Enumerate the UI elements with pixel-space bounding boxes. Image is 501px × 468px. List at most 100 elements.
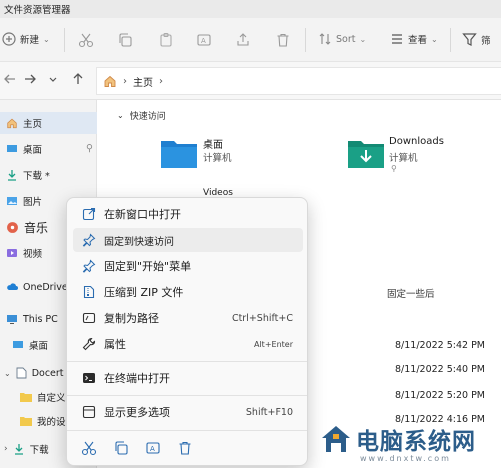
copy-path-icon xyxy=(80,311,98,325)
menu-divider xyxy=(67,395,307,396)
view-label: 查看 xyxy=(408,35,428,46)
menu-item-label: 复制为路径 xyxy=(104,312,159,325)
copy-icon[interactable] xyxy=(113,440,129,456)
more-options-icon xyxy=(80,405,98,419)
context-menu: 在新窗口中打开 固定到快速访问 固定到"开始"菜单 压缩到 ZIP 文件 复制为… xyxy=(66,197,308,466)
menu-pin-start[interactable]: 固定到"开始"菜单 xyxy=(73,254,303,278)
menu-compress-zip[interactable]: 压缩到 ZIP 文件 xyxy=(73,280,303,304)
chevron-down-icon: ⌄ xyxy=(431,34,438,44)
paste-icon xyxy=(158,32,174,48)
up-icon[interactable] xyxy=(71,72,85,86)
download-icon xyxy=(6,169,18,181)
menu-item-label: 属性 xyxy=(104,338,126,351)
recent-column-header[interactable]: 固定一些后 xyxy=(387,286,435,300)
navigation-bar: › 主页 › xyxy=(0,62,501,100)
copy-icon xyxy=(117,32,133,48)
cut-button[interactable] xyxy=(78,32,94,48)
sidebar-item-desktop[interactable]: 桌面 ⚲ xyxy=(0,138,97,160)
delete-button[interactable] xyxy=(275,32,291,48)
filter-button[interactable]: 筛 xyxy=(462,32,491,47)
trash-icon[interactable] xyxy=(177,440,193,456)
terminal-icon xyxy=(80,371,98,385)
menu-item-label: 压缩到 ZIP 文件 xyxy=(104,286,184,299)
open-new-window-icon xyxy=(80,207,98,221)
menu-item-label: 显示更多选项 xyxy=(104,406,170,419)
menu-properties[interactable]: 属性 Alt+Enter xyxy=(73,332,303,356)
menu-pin-quick-access[interactable]: 固定到快速访问 xyxy=(73,228,303,252)
computer-icon xyxy=(6,313,18,325)
address-bar[interactable]: › 主页 › xyxy=(96,67,501,95)
chevron-down-icon[interactable]: ⌄ xyxy=(4,369,11,378)
quick-access-name: Downloads xyxy=(389,136,444,147)
quick-access-location: 计算机 xyxy=(203,153,232,164)
menu-open-terminal[interactable]: 在终端中打开 xyxy=(73,366,303,390)
recent-locations-icon[interactable] xyxy=(48,72,58,86)
desktop-icon xyxy=(12,339,24,351)
sidebar-item-home[interactable]: 主页 xyxy=(0,112,97,134)
menu-shortcut: Shift+F10 xyxy=(245,406,293,418)
menu-divider xyxy=(67,430,307,431)
trash-icon xyxy=(275,32,291,48)
rename-icon: A xyxy=(196,32,212,48)
sort-icon xyxy=(318,32,332,46)
desktop-icon xyxy=(6,143,18,155)
rename-icon[interactable]: A xyxy=(145,440,161,456)
breadcrumb-chevron-icon[interactable]: › xyxy=(159,76,163,87)
breadcrumb-chevron-icon: › xyxy=(123,75,127,87)
home-icon xyxy=(103,74,117,88)
paste-button[interactable] xyxy=(158,32,174,48)
quick-access-title: 快速访问 xyxy=(129,112,166,122)
menu-open-new-window[interactable]: 在新窗口中打开 xyxy=(73,202,303,226)
forward-icon[interactable] xyxy=(23,72,37,86)
rename-button[interactable]: A xyxy=(196,32,212,48)
window-title: 文件资源管理器 xyxy=(4,5,71,16)
share-icon xyxy=(235,32,251,48)
downloads-folder-icon xyxy=(348,138,384,170)
chevron-right-icon[interactable]: › xyxy=(4,444,8,454)
copy-button[interactable] xyxy=(117,32,133,48)
download-icon xyxy=(13,443,25,455)
row-date: 8/11/2022 5:40 PM xyxy=(395,364,486,375)
home-icon xyxy=(6,117,18,129)
folder-icon xyxy=(161,138,197,170)
sidebar-item-downloads[interactable]: 下载 * xyxy=(0,164,97,186)
back-icon[interactable] xyxy=(3,72,17,86)
sidebar-item-label: 视频 xyxy=(23,249,43,260)
sidebar-item-label: 下载 * xyxy=(23,171,50,182)
menu-item-label: 固定到快速访问 xyxy=(104,236,174,248)
new-label: 新建 xyxy=(20,35,40,46)
quick-access-desktop[interactable]: 桌面 计算机 xyxy=(157,134,317,174)
cloud-icon xyxy=(6,282,18,292)
folder-icon xyxy=(20,416,32,426)
cut-icon[interactable] xyxy=(81,440,97,456)
chevron-down-icon: ⌄ xyxy=(117,111,124,120)
watermark: 电脑系统网 www.dnxtw.com xyxy=(318,418,501,468)
pin-icon: ⚲ xyxy=(391,164,397,173)
quick-access-name: 桌面 xyxy=(203,140,223,151)
pin-icon xyxy=(80,233,98,247)
sort-label: Sort xyxy=(336,33,356,45)
command-bar: 新建 ⌄ A Sort ⌄ 查看 ⌄ 筛 xyxy=(0,18,501,62)
chevron-down-icon: ⌄ xyxy=(359,34,367,44)
sidebar-item-label: Docert xyxy=(31,367,64,379)
menu-item-label: 固定到"开始"菜单 xyxy=(104,260,192,273)
sidebar-item-label: 自定义 xyxy=(37,393,66,404)
menu-show-more-options[interactable]: 显示更多选项 Shift+F10 xyxy=(73,400,303,424)
share-button[interactable] xyxy=(235,32,251,48)
menu-item-label: 在终端中打开 xyxy=(104,372,170,385)
quick-access-header[interactable]: ⌄ 快速访问 xyxy=(117,109,166,122)
sidebar-item-label: 桌面 xyxy=(29,341,49,352)
new-button[interactable]: 新建 ⌄ xyxy=(2,32,50,46)
pin-icon xyxy=(80,259,98,273)
watermark-url: www.dnxtw.com xyxy=(360,454,451,463)
view-button[interactable]: 查看 ⌄ xyxy=(390,32,438,46)
watermark-text: 电脑系统网 xyxy=(356,428,476,455)
document-icon xyxy=(16,367,27,379)
filter-icon xyxy=(462,32,477,47)
quick-access-downloads[interactable]: Downloads 计算机 ⚲ xyxy=(345,134,495,178)
chevron-down-icon: ⌄ xyxy=(43,34,50,44)
menu-copy-path[interactable]: 复制为路径 Ctrl+Shift+C xyxy=(73,306,303,330)
svg-text:A: A xyxy=(201,37,206,45)
sort-button[interactable]: Sort ⌄ xyxy=(318,32,366,46)
breadcrumb-home[interactable]: 主页 xyxy=(133,74,153,89)
